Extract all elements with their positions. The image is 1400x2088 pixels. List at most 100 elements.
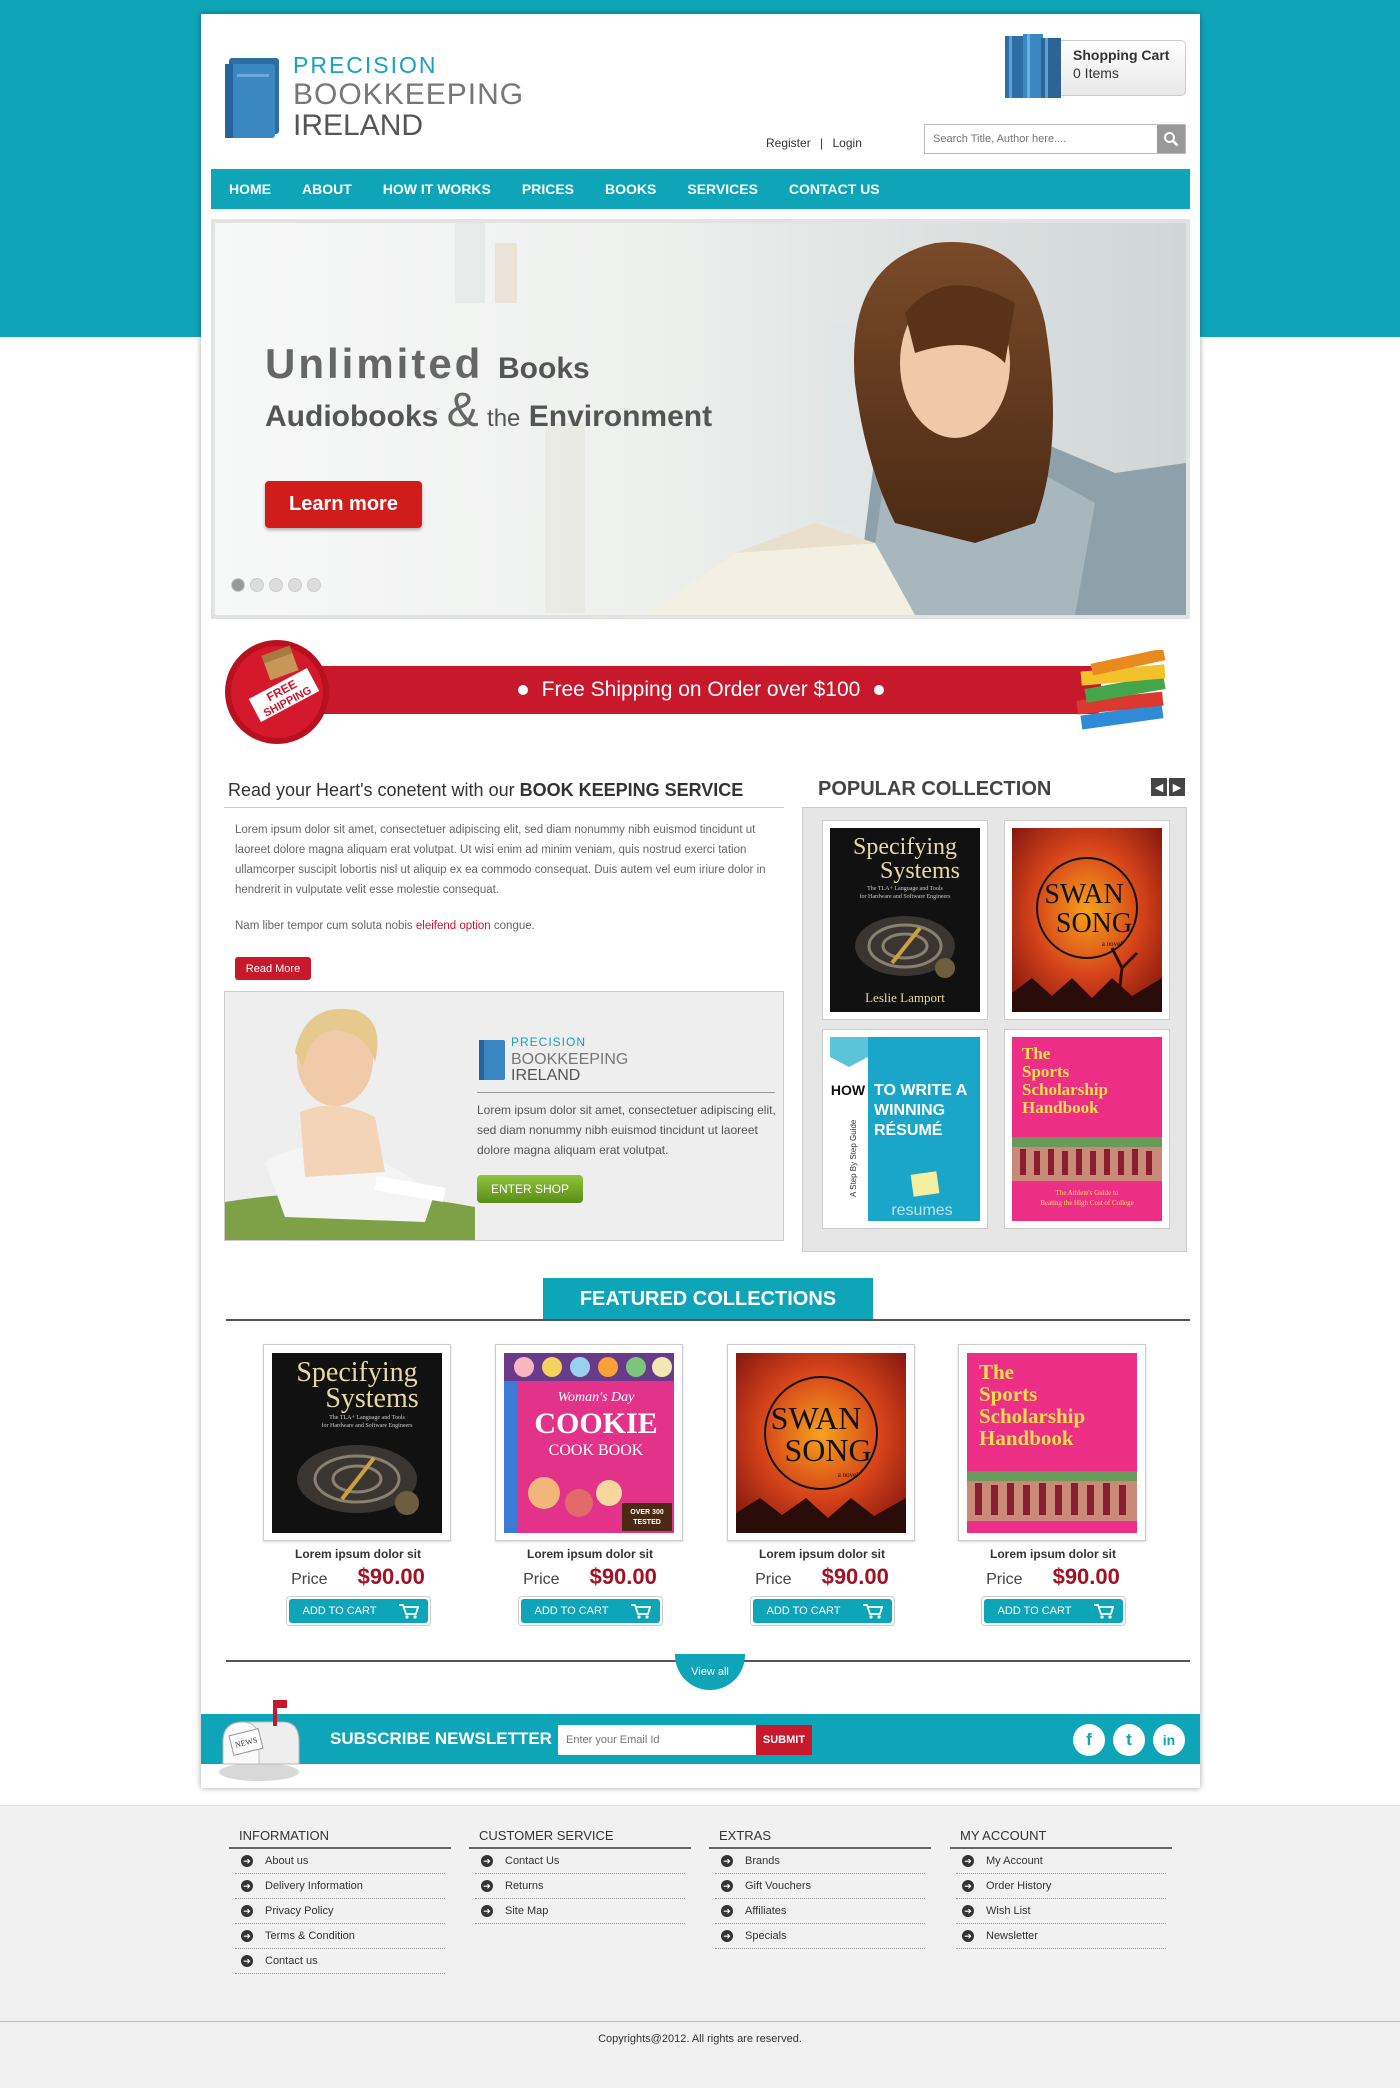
product-image[interactable]: SWAN SONG a novel bbox=[727, 1344, 915, 1541]
featured-product: SWAN SONG a novel Lorem ipsum dolor sit … bbox=[727, 1344, 917, 1626]
add-to-cart-button[interactable]: ADD TO CART bbox=[980, 1596, 1126, 1626]
footer-column-extras: EXTRAS ➔ Brands ➔ Gift Vouchers ➔ Affiliate… bbox=[709, 1828, 931, 1949]
popular-book-sports-scholarship[interactable]: The Sports Scholarship Handbook The Athl… bbox=[1004, 1029, 1170, 1229]
nav-books[interactable]: BOOKS bbox=[605, 181, 656, 197]
add-to-cart-label: ADD TO CART bbox=[766, 1605, 841, 1617]
footer-link[interactable]: ➔ My Account bbox=[956, 1849, 1166, 1874]
nav-about[interactable]: ABOUT bbox=[302, 181, 352, 197]
slider-dot-2[interactable] bbox=[250, 578, 264, 592]
footer-link[interactable]: ➔ About us bbox=[235, 1849, 445, 1874]
footer-link-label: Contact Us bbox=[505, 1855, 560, 1867]
enter-shop-button[interactable]: ENTER SHOP bbox=[477, 1175, 583, 1203]
footer-link[interactable]: ➔ Specials bbox=[715, 1924, 925, 1949]
view-all-button[interactable]: View all bbox=[675, 1654, 745, 1690]
register-link[interactable]: Register bbox=[766, 136, 811, 150]
cart-item-count: 0 Items bbox=[1073, 65, 1119, 81]
facebook-icon[interactable]: f bbox=[1073, 1724, 1105, 1756]
nav-services[interactable]: SERVICES bbox=[687, 181, 758, 197]
linkedin-icon[interactable]: in bbox=[1153, 1724, 1185, 1756]
slider-dot-4[interactable] bbox=[288, 578, 302, 592]
footer-link[interactable]: ➔ Brands bbox=[715, 1849, 925, 1874]
add-to-cart-button[interactable]: ADD TO CART bbox=[285, 1596, 431, 1626]
footer-link[interactable]: ➔ Delivery Information bbox=[235, 1874, 445, 1899]
nav-prices[interactable]: PRICES bbox=[522, 181, 574, 197]
promo-logo-line-1: PRECISION bbox=[511, 1035, 586, 1049]
footer-link[interactable]: ➔ Site Map bbox=[475, 1899, 685, 1924]
arrow-right-icon: ➔ bbox=[721, 1930, 733, 1942]
footer-background bbox=[0, 1805, 1400, 2088]
cover-text: SWAN bbox=[771, 1400, 862, 1436]
add-to-cart-button[interactable]: ADD TO CART bbox=[517, 1596, 663, 1626]
cover-text: Leslie Lamport bbox=[865, 990, 945, 1005]
carousel-prev-icon[interactable]: ◀ bbox=[1151, 778, 1167, 796]
cover-text: Sports bbox=[979, 1382, 1037, 1406]
slider-dot-3[interactable] bbox=[269, 578, 283, 592]
main-nav: HOME ABOUT HOW IT WORKS PRICES BOOKS SER… bbox=[211, 169, 1190, 209]
product-name[interactable]: Lorem ipsum dolor sit bbox=[263, 1547, 453, 1561]
newsletter-title: SUBSCRIBE NEWSLETTER bbox=[330, 1729, 552, 1748]
add-to-cart-button[interactable]: ADD TO CART bbox=[749, 1596, 895, 1626]
footer-link[interactable]: ➔ Returns bbox=[475, 1874, 685, 1899]
product-name[interactable]: Lorem ipsum dolor sit bbox=[495, 1547, 685, 1561]
search-input[interactable] bbox=[925, 125, 1153, 153]
hero-slider: Unlimited Books Audiobooks & the Environ… bbox=[211, 219, 1190, 619]
newsletter-submit-button[interactable]: SUBMIT bbox=[756, 1725, 812, 1755]
search-button[interactable] bbox=[1157, 125, 1185, 153]
footer-link[interactable]: ➔ Terms & Condition bbox=[235, 1924, 445, 1949]
twitter-icon[interactable]: t bbox=[1113, 1724, 1145, 1756]
popular-book-swan-song[interactable]: SWAN SONG a novel bbox=[1004, 820, 1170, 1020]
product-image[interactable]: Woman's Day COOKIE COOK BOOK OVER 300 TE… bbox=[495, 1344, 683, 1541]
slider-dot-5[interactable] bbox=[307, 578, 321, 592]
nav-home[interactable]: HOME bbox=[229, 181, 271, 197]
product-name[interactable]: Lorem ipsum dolor sit bbox=[958, 1547, 1148, 1561]
footer-link-label: Delivery Information bbox=[265, 1880, 363, 1892]
footer-link[interactable]: ➔ Order History bbox=[956, 1874, 1166, 1899]
login-link[interactable]: Login bbox=[833, 136, 862, 150]
read-more-button[interactable]: Read More bbox=[235, 957, 311, 980]
footer-link[interactable]: ➔ Contact Us bbox=[475, 1849, 685, 1874]
cover-text: The bbox=[979, 1360, 1014, 1384]
footer-link[interactable]: ➔ Contact us bbox=[235, 1949, 445, 1974]
slider-dot-1[interactable] bbox=[231, 578, 245, 592]
arrow-right-icon: ➔ bbox=[481, 1905, 493, 1917]
eleifend-option-link[interactable]: eleifend option bbox=[416, 920, 491, 932]
popular-book-specifying-systems[interactable]: Specifying Systems The TLA+ Language and… bbox=[822, 820, 988, 1020]
service-title-bold: BOOK KEEPING SERVICE bbox=[519, 780, 744, 800]
footer-link[interactable]: ➔ Privacy Policy bbox=[235, 1899, 445, 1924]
arrow-right-icon: ➔ bbox=[721, 1880, 733, 1892]
auth-separator: | bbox=[820, 136, 824, 150]
footer-link-label: Gift Vouchers bbox=[745, 1880, 812, 1892]
nav-how-it-works[interactable]: HOW IT WORKS bbox=[383, 181, 491, 197]
learn-more-button[interactable]: Learn more bbox=[265, 481, 422, 528]
footer-link[interactable]: ➔ Affiliates bbox=[715, 1899, 925, 1924]
product-price-row: Price $90.00 bbox=[263, 1564, 453, 1590]
popular-book-winning-resume[interactable]: A Step By Step Guide HOW TO WRITE A WINN… bbox=[822, 1029, 988, 1229]
footer-link-label: Site Map bbox=[505, 1905, 549, 1917]
footer-link[interactable]: ➔ Wish List bbox=[956, 1899, 1166, 1924]
cover-text: for Hardware and Software Engineers bbox=[322, 1422, 414, 1429]
carousel-next-icon[interactable]: ▶ bbox=[1169, 778, 1185, 796]
auth-links: Register | Login bbox=[766, 136, 862, 150]
product-image[interactable]: The Sports Scholarship Handbook bbox=[958, 1344, 1146, 1541]
arrow-right-icon: ➔ bbox=[962, 1855, 974, 1867]
footer-link-label: Privacy Policy bbox=[265, 1905, 334, 1917]
featured-collections-title: FEATURED COLLECTIONS bbox=[543, 1278, 873, 1320]
footer-link-label: Newsletter bbox=[986, 1930, 1038, 1942]
site-logo[interactable]: PRECISION BOOKKEEPING IRELAND bbox=[223, 54, 523, 154]
product-name[interactable]: Lorem ipsum dolor sit bbox=[727, 1547, 917, 1561]
cover-text: Specifying bbox=[853, 834, 957, 860]
hero-ampersand: & bbox=[446, 384, 479, 437]
cover-text: SONG bbox=[1056, 908, 1132, 939]
product-image[interactable]: Specifying Systems The TLA+ Language and… bbox=[263, 1344, 451, 1541]
cover-text: The TLA+ Language and Tools bbox=[329, 1415, 405, 1421]
service-p2-after: congue. bbox=[490, 920, 535, 932]
nav-contact-us[interactable]: CONTACT US bbox=[789, 181, 880, 197]
newsletter-email-input[interactable] bbox=[558, 1725, 756, 1755]
product-price-row: Price $90.00 bbox=[727, 1564, 917, 1590]
footer-link[interactable]: ➔ Newsletter bbox=[956, 1924, 1166, 1949]
footer-link[interactable]: ➔ Gift Vouchers bbox=[715, 1874, 925, 1899]
cover-text: for Hardware and Software Engineers bbox=[860, 893, 952, 900]
cover-text: The TLA+ Language and Tools bbox=[867, 886, 943, 892]
bullet-icon bbox=[874, 685, 885, 695]
footer-link-label: Contact us bbox=[265, 1955, 318, 1967]
